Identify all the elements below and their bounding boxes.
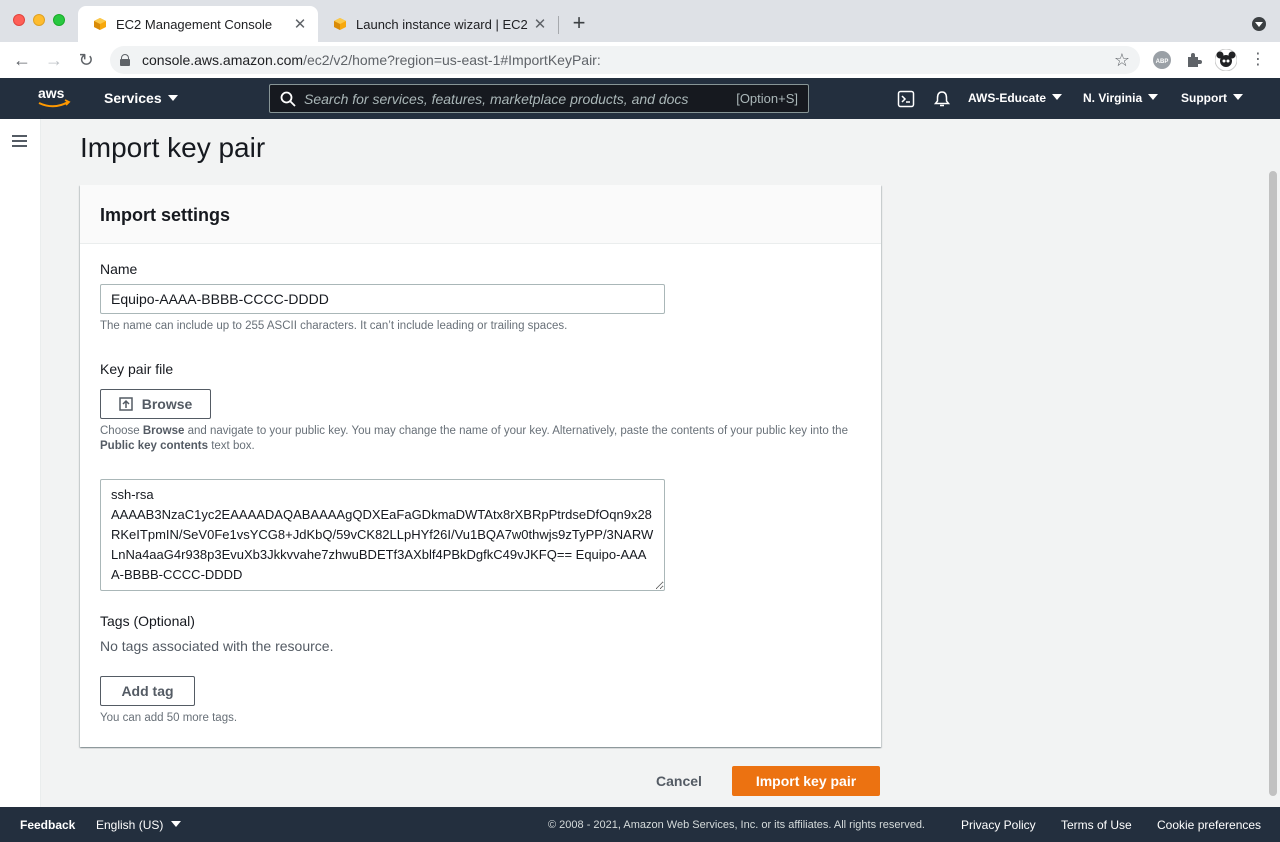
add-tag-button[interactable]: Add tag [100, 676, 195, 706]
tab-title: Launch instance wizard | EC2 M [356, 16, 530, 32]
forward-arrow-icon[interactable]: → [44, 50, 64, 70]
page-scrollbar[interactable] [1266, 119, 1280, 807]
close-tab-icon[interactable]: ✕ [290, 15, 310, 33]
hint-text: text box. [208, 440, 255, 452]
caret-down-icon [171, 821, 182, 827]
tab-search-icon[interactable] [1252, 17, 1266, 31]
account-label: AWS-Educate [968, 91, 1047, 105]
copyright-text: © 2008 - 2021, Amazon Web Services, Inc.… [548, 819, 925, 831]
caret-down-icon [1233, 94, 1243, 100]
tab-ec2-management-console[interactable]: EC2 Management Console ✕ [78, 6, 318, 42]
privacy-policy-link[interactable]: Privacy Policy [961, 818, 1036, 832]
browse-label: Browse [141, 396, 193, 412]
svg-text:ABP: ABP [1156, 59, 1169, 65]
services-label: Services [104, 90, 162, 106]
import-label: Import key pair [755, 773, 857, 789]
import-key-pair-button[interactable]: Import key pair [732, 766, 880, 796]
search-shortcut-hint: [Option+S] [736, 91, 798, 106]
terms-of-use-link[interactable]: Terms of Use [1061, 818, 1132, 832]
hint-text: and navigate to your public key. You may… [184, 425, 848, 437]
side-navigation [0, 119, 41, 807]
more-vertical-icon[interactable]: ⋮ [1248, 50, 1268, 70]
page-title: Import key pair [80, 132, 266, 163]
name-hint: The name can include up to 255 ASCII cha… [100, 320, 568, 332]
hint-text: Choose [100, 425, 143, 437]
no-tags-text: No tags associated with the resource. [100, 638, 334, 654]
back-arrow-icon[interactable]: ← [12, 50, 32, 70]
tab-launch-instance-wizard[interactable]: Launch instance wizard | EC2 M ✕ [318, 6, 558, 42]
import-settings-panel: Import settings Name The name can includ… [80, 185, 881, 747]
public-key-contents-textarea[interactable]: ssh-rsa AAAAB3NzaC1yc2EAAAADAQABAAAAgQDX… [100, 479, 665, 591]
panel-title: Import settings [100, 205, 231, 225]
cancel-button[interactable]: Cancel [646, 766, 712, 796]
caret-down-icon [1052, 94, 1063, 100]
cookie-preferences-link[interactable]: Cookie preferences [1157, 818, 1261, 832]
language-label: English (US) [96, 818, 164, 832]
account-menu[interactable]: AWS-Educate [968, 91, 1063, 105]
close-window-button[interactable] [13, 14, 25, 26]
hamburger-menu-icon[interactable] [12, 135, 27, 147]
aws-top-nav: aws Services [Option+S] AWS-Educate N. V… [0, 78, 1280, 119]
tab-separator [558, 16, 559, 34]
browse-button[interactable]: Browse [100, 389, 211, 419]
aws-cube-icon [92, 16, 108, 32]
tab-title: EC2 Management Console [116, 16, 273, 32]
aws-footer: Feedback English (US) © 2008 - 2021, Ama… [0, 807, 1280, 842]
adblock-icon[interactable]: ABP [1153, 51, 1171, 69]
aws-search-input[interactable] [304, 90, 737, 107]
key-pair-file-hint: Choose Browse and navigate to your publi… [100, 424, 860, 454]
caret-down-icon [1148, 94, 1159, 100]
cloudshell-icon[interactable] [897, 90, 915, 111]
address-bar[interactable]: console.aws.amazon.com/ec2/v2/home?regio… [110, 46, 1140, 74]
hint-bold-public-key: Public key contents [100, 440, 209, 452]
add-tag-label: Add tag [121, 683, 174, 699]
search-icon [280, 91, 296, 107]
url-host: console.aws.amazon.com [142, 52, 304, 68]
scrollbar-thumb[interactable] [1269, 171, 1277, 796]
caret-down-icon [167, 95, 178, 101]
svg-text:aws: aws [38, 85, 65, 101]
close-tab-icon[interactable]: ✕ [530, 15, 550, 33]
services-menu[interactable]: Services [104, 90, 178, 106]
hint-bold-browse: Browse [142, 425, 185, 437]
key-pair-file-label: Key pair file [100, 361, 174, 377]
name-input[interactable] [100, 284, 665, 314]
language-selector[interactable]: English (US) [96, 818, 182, 832]
reload-icon[interactable]: ↻ [76, 50, 96, 70]
minimize-window-button[interactable] [33, 14, 45, 26]
extensions-puzzle-icon[interactable] [1185, 51, 1203, 69]
panel-header: Import settings [80, 185, 881, 244]
new-tab-button[interactable]: + [568, 12, 590, 34]
support-label: Support [1181, 91, 1227, 105]
tags-hint: You can add 50 more tags. [100, 712, 238, 724]
notifications-bell-icon[interactable] [933, 90, 951, 111]
feedback-link[interactable]: Feedback [20, 818, 75, 832]
upload-icon [118, 397, 133, 411]
name-label: Name [100, 261, 138, 277]
browser-toolbar: ← → ↻ console.aws.amazon.com/ec2/v2/home… [0, 42, 1280, 78]
tags-label: Tags (Optional) [100, 613, 195, 629]
cancel-label: Cancel [656, 773, 702, 789]
region-label: N. Virginia [1083, 91, 1143, 105]
aws-search-box[interactable]: [Option+S] [269, 84, 809, 113]
aws-cube-icon [332, 16, 348, 32]
region-menu[interactable]: N. Virginia [1083, 91, 1159, 105]
maximize-window-button[interactable] [53, 14, 65, 26]
profile-avatar[interactable] [1214, 48, 1238, 72]
url-path: /ec2/v2/home?region=us-east-1#ImportKeyP… [303, 52, 601, 68]
lock-icon [120, 54, 130, 66]
browser-tab-bar: EC2 Management Console ✕ Launch instance… [0, 0, 1280, 42]
support-menu[interactable]: Support [1181, 91, 1243, 105]
aws-logo[interactable]: aws [36, 85, 72, 111]
bookmark-star-icon[interactable]: ☆ [1114, 50, 1130, 71]
